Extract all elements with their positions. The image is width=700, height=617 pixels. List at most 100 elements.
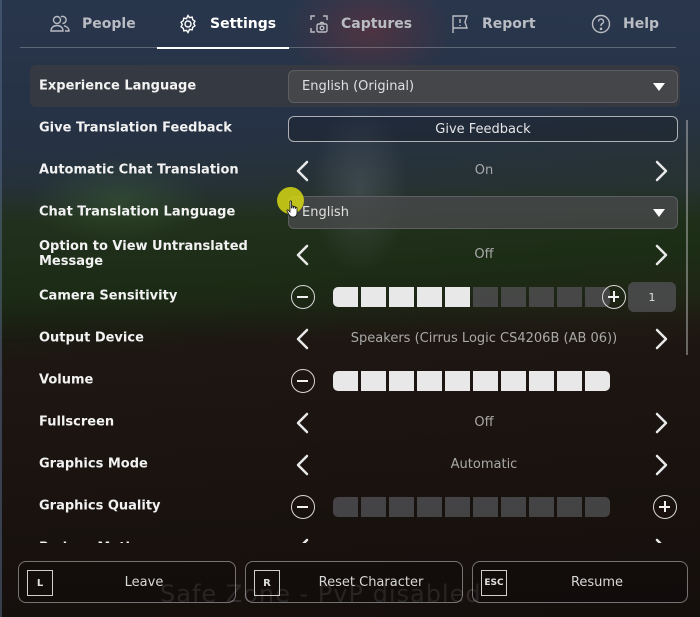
menu-tabs: People Settings Captures Report Help [20, 0, 676, 49]
slider-segment[interactable] [585, 371, 610, 391]
chevron-right-icon[interactable] [648, 410, 674, 436]
slider-segment[interactable] [333, 497, 358, 517]
chevron-left-icon[interactable] [290, 410, 316, 436]
chat-translation-language-dropdown[interactable]: English [288, 196, 678, 229]
camera-sensitivity-slider[interactable] [333, 287, 610, 307]
chevron-left-icon[interactable] [290, 452, 316, 478]
setting-label: Experience Language [39, 78, 197, 94]
reset-character-button[interactable]: R Reset Character [245, 561, 463, 603]
flag-icon [452, 15, 468, 33]
slider-segment[interactable] [445, 497, 470, 517]
tab-label: Settings [210, 16, 277, 32]
slider-segment[interactable] [361, 371, 386, 391]
decrease-button[interactable] [291, 369, 315, 393]
gear-icon [180, 14, 196, 34]
active-tab-indicator [157, 47, 289, 49]
graphics-quality-slider[interactable] [333, 497, 610, 517]
decrease-button[interactable] [291, 285, 315, 309]
selector-value: Automatic [450, 456, 518, 472]
tab-label: People [82, 16, 136, 32]
slider-segment[interactable] [501, 497, 526, 517]
slider-segment[interactable] [473, 497, 498, 517]
setting-graphics-quality: Graphics Quality [30, 485, 680, 527]
slider-segment[interactable] [529, 287, 554, 307]
slider-segment[interactable] [501, 287, 526, 307]
tab-report[interactable]: Report [450, 0, 536, 48]
slider-segment[interactable] [585, 497, 610, 517]
tab-help[interactable]: Help [591, 0, 659, 48]
tab-settings[interactable]: Settings [157, 0, 289, 49]
slider-segment[interactable] [333, 371, 358, 391]
setting-reduce-motion: Reduce Motion [30, 527, 680, 543]
slider-segment[interactable] [473, 287, 498, 307]
settings-scrollbar[interactable] [686, 120, 688, 355]
setting-auto-chat-translation: Automatic Chat Translation On [30, 149, 680, 191]
chevron-right-icon[interactable] [648, 242, 674, 268]
slider-segment[interactable] [501, 371, 526, 391]
slider-segment[interactable] [389, 497, 414, 517]
chevron-right-icon[interactable] [648, 326, 674, 352]
tab-label: Captures [341, 16, 413, 32]
slider-segment[interactable] [445, 287, 470, 307]
give-feedback-button[interactable]: Give Feedback [288, 116, 678, 142]
volume-slider[interactable] [333, 371, 610, 391]
chevron-left-icon[interactable] [290, 326, 316, 352]
dropdown-value: English [302, 205, 349, 220]
slider-segment[interactable] [389, 371, 414, 391]
setting-label: Graphics Mode [39, 456, 148, 472]
question-circle-icon [591, 14, 611, 34]
keycap-r: R [254, 570, 280, 596]
chevron-left-icon[interactable] [290, 536, 316, 543]
chevron-right-icon[interactable] [648, 158, 674, 184]
selector-value: Off [474, 414, 494, 430]
slider-segment[interactable] [417, 287, 442, 307]
hand-pointer-icon [286, 200, 298, 218]
chevron-left-icon[interactable] [290, 242, 316, 268]
slider-segment[interactable] [557, 287, 582, 307]
tab-label: Report [482, 16, 536, 32]
setting-output-device: Output Device Speakers (Cirrus Logic CS4… [30, 317, 680, 359]
setting-label: Reduce Motion [39, 541, 269, 544]
resume-label: Resume [570, 574, 624, 590]
slider-segment[interactable] [389, 287, 414, 307]
setting-fullscreen: Fullscreen Off [30, 401, 680, 443]
slider-segment[interactable] [529, 371, 554, 391]
leave-button[interactable]: L Leave [18, 561, 236, 603]
tab-people[interactable]: People [50, 0, 136, 48]
slider-segment[interactable] [473, 371, 498, 391]
setting-view-untranslated: Option to View Untranslated Message Off [30, 233, 680, 275]
leave-label: Leave [124, 574, 164, 590]
setting-label: Graphics Quality [39, 498, 161, 514]
selector-value: On [474, 162, 494, 178]
setting-volume: Volume [30, 359, 680, 401]
experience-language-dropdown[interactable]: English (Original) [288, 70, 678, 103]
increase-button[interactable] [653, 495, 677, 519]
settings-list: Experience Language English (Original) G… [30, 65, 680, 543]
setting-label: Chat Translation Language [39, 204, 236, 220]
slider-segment[interactable] [417, 497, 442, 517]
slider-segment[interactable] [361, 287, 386, 307]
slider-segment[interactable] [557, 371, 582, 391]
chevron-right-icon[interactable] [648, 452, 674, 478]
setting-label: Output Device [39, 330, 144, 346]
slider-segment[interactable] [557, 497, 582, 517]
increase-button[interactable] [602, 285, 626, 309]
setting-chat-translation-language: Chat Translation Language English [30, 191, 680, 233]
slider-segment[interactable] [417, 371, 442, 391]
setting-translation-feedback: Give Translation Feedback Give Feedback [30, 107, 680, 149]
window-edge [0, 0, 2, 617]
chevron-left-icon[interactable] [290, 158, 316, 184]
slider-segment[interactable] [529, 497, 554, 517]
camera-sensitivity-input[interactable]: 1 [628, 282, 676, 312]
decrease-button[interactable] [291, 495, 315, 519]
chevron-right-icon[interactable] [648, 536, 674, 543]
setting-label: Camera Sensitivity [39, 288, 178, 304]
tab-captures[interactable]: Captures [309, 0, 412, 48]
keycap-l: L [27, 570, 53, 596]
resume-button[interactable]: ESC Resume [472, 561, 688, 603]
slider-segment[interactable] [445, 371, 470, 391]
selector-value: Speakers (Cirrus Logic CS4206B (AB 06)) [350, 330, 618, 346]
reset-character-label: Reset Character [318, 574, 424, 590]
slider-segment[interactable] [333, 287, 358, 307]
slider-segment[interactable] [361, 497, 386, 517]
